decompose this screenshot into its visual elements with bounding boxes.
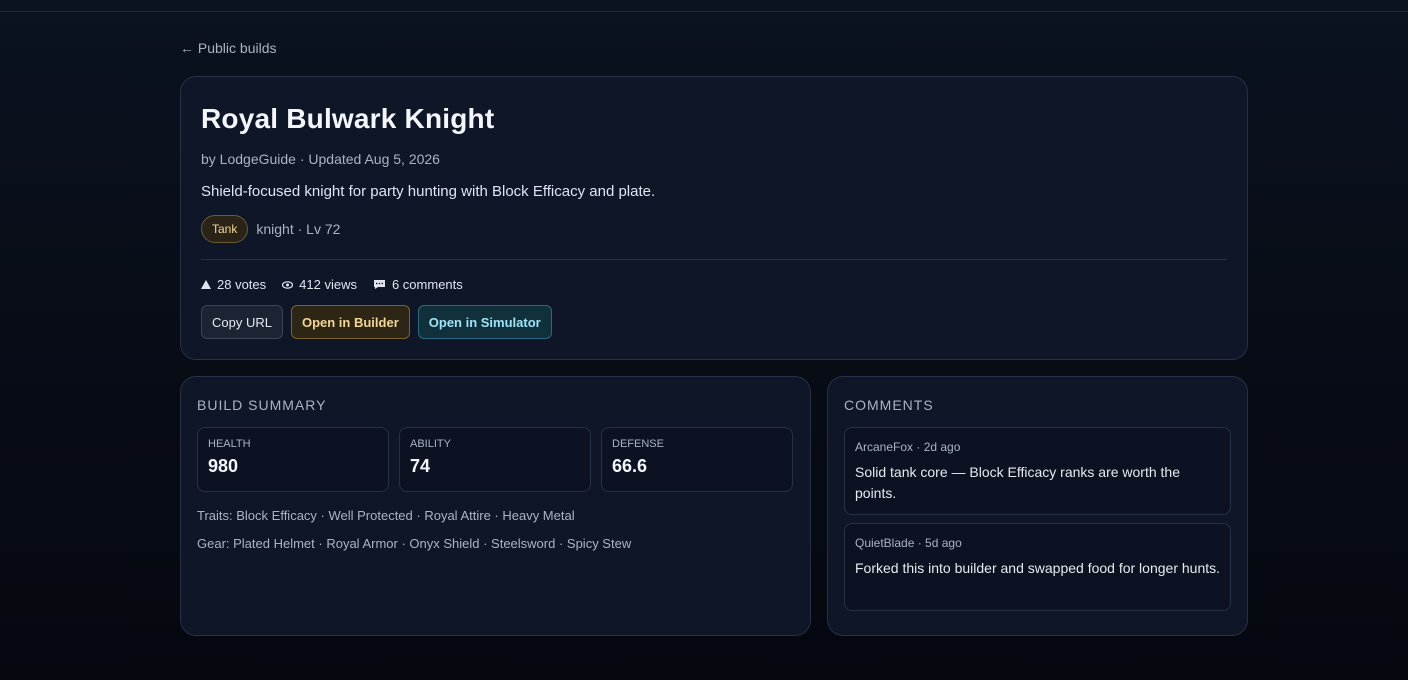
votes-stat[interactable]: 28 votes <box>201 277 266 292</box>
comment-meta: ArcaneFox · 2d ago <box>855 440 961 454</box>
comment-body: Forked this into builder and swapped foo… <box>855 560 1221 576</box>
comment-meta: QuietBlade · 5d ago <box>855 536 962 550</box>
gear-list: Gear: Plated Helmet · Royal Armor · Onyx… <box>197 536 632 551</box>
comment-item: ArcaneFox · 2d ago Solid tank core — Blo… <box>844 427 1231 515</box>
stat-value: 74 <box>410 456 431 476</box>
build-header-card: Royal Bulwark Knight by LodgeGuide · Upd… <box>180 76 1248 360</box>
comment-body: Solid tank core — Block Efficacy ranks a… <box>855 464 1180 501</box>
stat-label: Health <box>208 438 251 450</box>
build-summary-card: Build Summary Health 980 Ability 74 Defe… <box>180 376 811 636</box>
traits-list: Traits: Block Efficacy · Well Protected … <box>197 508 575 523</box>
comments-count: 6 comments <box>391 277 463 292</box>
comments-stat: 6 comments <box>373 277 463 292</box>
open-in-builder-button[interactable]: Open in Builder <box>290 305 410 339</box>
speech-bubble-icon <box>373 280 385 289</box>
comment-item: QuietBlade · 5d ago Forked this into bui… <box>844 523 1231 611</box>
build-description: Shield-focused knight for party hunting … <box>201 183 656 200</box>
defense-stat-card: Defense 66.6 <box>601 427 793 492</box>
top-nav-bar <box>0 0 1408 12</box>
engagement-stats: 28 votes 412 views 6 comments <box>201 277 463 292</box>
comments-title: Comments <box>844 397 934 413</box>
stat-value: 66.6 <box>612 456 648 476</box>
stat-value: 980 <box>208 456 239 476</box>
action-buttons: Copy URL Open in Builder Open in Simulat… <box>201 305 552 339</box>
build-summary-title: Build Summary <box>197 397 327 413</box>
copy-url-button[interactable]: Copy URL <box>201 305 283 339</box>
views-stat: 412 views <box>282 277 357 292</box>
build-meta: by LodgeGuide · Updated Aug 5, 2026 <box>201 151 440 167</box>
eye-icon <box>282 280 294 289</box>
back-to-public-builds-link[interactable]: ← Public builds <box>180 40 277 56</box>
stat-cards: Health 980 Ability 74 Defense 66.6 <box>197 427 793 492</box>
build-title: Royal Bulwark Knight <box>201 103 495 134</box>
ability-stat-card: Ability 74 <box>399 427 591 492</box>
stat-label: Defense <box>612 438 664 450</box>
open-in-simulator-button[interactable]: Open in Simulator <box>417 305 552 339</box>
votes-count: 28 votes <box>217 277 267 292</box>
views-count: 412 views <box>299 277 357 292</box>
class-level: knight · Lv 72 <box>256 221 341 237</box>
stat-label: Ability <box>410 438 451 450</box>
divider <box>201 259 1227 260</box>
health-stat-card: Health 980 <box>197 427 389 492</box>
tag-row: Tank knight · Lv 72 <box>201 215 340 243</box>
upvote-triangle-icon <box>201 280 211 289</box>
role-badge: Tank <box>201 215 249 243</box>
comments-card: Comments ArcaneFox · 2d ago Solid tank c… <box>827 376 1248 636</box>
